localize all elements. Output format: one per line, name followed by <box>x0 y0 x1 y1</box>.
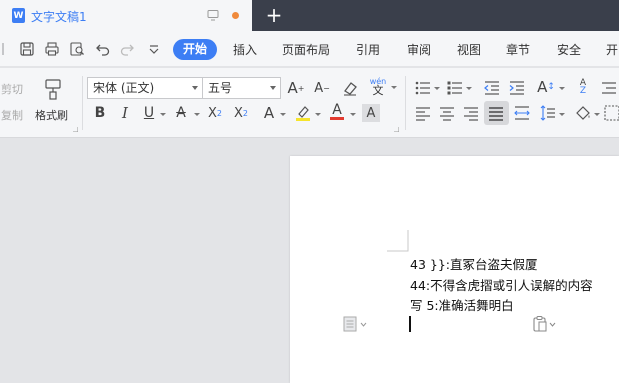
document-line-3[interactable]: 写 5:准确活舞明白 <box>410 295 514 314</box>
new-tab-button[interactable]: + <box>263 4 285 26</box>
decrease-indent-icon[interactable] <box>483 79 501 97</box>
chevron-down-icon[interactable] <box>434 87 440 90</box>
chevron-down-icon[interactable] <box>194 113 200 116</box>
tab-bar: W 文字文稿1 + <box>0 0 619 31</box>
shading-icon[interactable] <box>574 104 592 122</box>
group-separator <box>405 76 406 130</box>
tab-start[interactable]: 开始 <box>173 39 217 60</box>
increase-indent-icon[interactable] <box>508 79 526 97</box>
text-direction-icon[interactable]: A ↕ <box>537 78 555 96</box>
chevron-down-icon[interactable] <box>559 113 565 116</box>
chevron-down-icon[interactable] <box>559 87 565 90</box>
table-convert-icon[interactable] <box>600 79 618 97</box>
justify-icon[interactable] <box>487 104 505 122</box>
group-expand-icon[interactable] <box>394 127 399 132</box>
font-name-select[interactable]: 宋体 (正文) <box>87 77 203 99</box>
ribbon-toolbar: 剪切 复制 格式刷 宋体 (正文) 五号 A + A − wén 文 B I U A… <box>0 68 619 138</box>
underline-icon[interactable]: U <box>140 104 158 122</box>
subscript-icon[interactable]: X2 <box>232 104 250 122</box>
tab-security[interactable]: 安全 <box>557 41 581 58</box>
paste-options-icon[interactable] <box>532 316 556 332</box>
tab-more[interactable]: 开 <box>606 41 618 58</box>
tab-view[interactable]: 视图 <box>457 41 481 58</box>
redo-icon[interactable] <box>119 41 135 57</box>
font-size-value: 五号 <box>208 81 233 95</box>
highlight-icon[interactable] <box>294 104 312 122</box>
italic-icon[interactable]: I <box>116 104 134 122</box>
tab-chapter[interactable]: 章节 <box>506 41 530 58</box>
save-icon[interactable] <box>19 41 35 57</box>
chevron-down-icon[interactable] <box>160 113 166 116</box>
bullet-list-icon[interactable] <box>414 79 432 97</box>
tab-page-layout[interactable]: 页面布局 <box>282 41 330 58</box>
format-painter-icon <box>45 79 61 100</box>
format-painter-label: 格式刷 <box>35 109 68 122</box>
align-right-icon[interactable] <box>462 104 480 122</box>
tab-strip-empty <box>252 0 619 31</box>
decrease-font-icon[interactable]: A − <box>313 79 331 97</box>
text-effect-icon[interactable]: A <box>260 104 278 122</box>
pinyin-guide-icon[interactable]: wén 文 <box>367 77 389 96</box>
document-page[interactable]: 43 }}:直冢台盗夫假厦 44:不得含虎摺或引人误解的内容 写 5:准确活舞明… <box>290 156 619 383</box>
unsaved-dot-icon <box>232 12 239 19</box>
line-spacing-icon[interactable] <box>539 104 557 122</box>
group-expand-icon[interactable] <box>73 127 78 132</box>
chevron-down-icon[interactable] <box>280 113 286 116</box>
bold-icon[interactable]: B <box>91 104 109 122</box>
font-name-value: 宋体 (正文) <box>93 81 155 95</box>
undo-icon[interactable] <box>95 41 111 57</box>
menu-grip <box>2 43 4 55</box>
text-cursor <box>409 316 411 332</box>
chevron-down-icon <box>270 86 276 90</box>
page-margin-corner-mark <box>387 230 409 252</box>
chevron-down-icon[interactable] <box>391 86 397 89</box>
chevron-down-icon[interactable] <box>466 87 472 90</box>
chevron-down-icon[interactable] <box>350 113 356 116</box>
print-icon[interactable] <box>44 41 60 57</box>
document-canvas[interactable]: 43 }}:直冢台盗夫假厦 44:不得含虎摺或引人误解的内容 写 5:准确活舞明… <box>0 139 619 383</box>
group-separator <box>82 76 83 130</box>
sort-icon[interactable]: AZ <box>574 78 592 96</box>
document-tab[interactable]: W 文字文稿1 <box>0 0 252 31</box>
monitor-icon[interactable] <box>207 9 219 21</box>
font-color-icon[interactable]: A <box>328 102 346 120</box>
align-center-icon[interactable] <box>438 104 456 122</box>
strikethrough-icon[interactable]: A <box>172 104 190 122</box>
document-tab-title[interactable]: 文字文稿1 <box>31 8 87 25</box>
chevron-down-icon[interactable] <box>594 113 600 116</box>
tab-references[interactable]: 引用 <box>356 41 380 58</box>
superscript-icon[interactable]: X2 <box>206 104 224 122</box>
format-painter-button[interactable]: 格式刷 <box>33 76 73 128</box>
copy-button[interactable]: 复制 <box>1 107 23 123</box>
more-icon[interactable] <box>146 41 162 57</box>
increase-font-icon[interactable]: A + <box>287 79 305 97</box>
tab-insert[interactable]: 插入 <box>233 41 257 58</box>
chevron-down-icon <box>192 86 198 90</box>
menu-bar: 开始 插入 页面布局 引用 审阅 视图 章节 安全 开 <box>0 31 619 67</box>
numbered-list-icon[interactable] <box>446 79 464 97</box>
writer-app-icon: W <box>12 8 25 23</box>
document-line-2[interactable]: 44:不得含虎摺或引人误解的内容 <box>410 275 593 294</box>
borders-icon[interactable] <box>603 104 619 122</box>
align-left-icon[interactable] <box>414 104 432 122</box>
chevron-down-icon[interactable] <box>315 113 321 116</box>
document-line-1[interactable]: 43 }}:直冢台盗夫假厦 <box>410 254 538 273</box>
cut-button[interactable]: 剪切 <box>1 81 23 97</box>
print-preview-icon[interactable] <box>69 41 85 57</box>
clear-format-icon[interactable] <box>341 79 359 97</box>
paragraph-mark-icon[interactable] <box>343 316 367 332</box>
font-size-select[interactable]: 五号 <box>202 77 281 99</box>
tab-review[interactable]: 审阅 <box>407 41 431 58</box>
char-shading-icon[interactable]: A <box>362 104 380 122</box>
distribute-icon[interactable] <box>513 104 531 122</box>
